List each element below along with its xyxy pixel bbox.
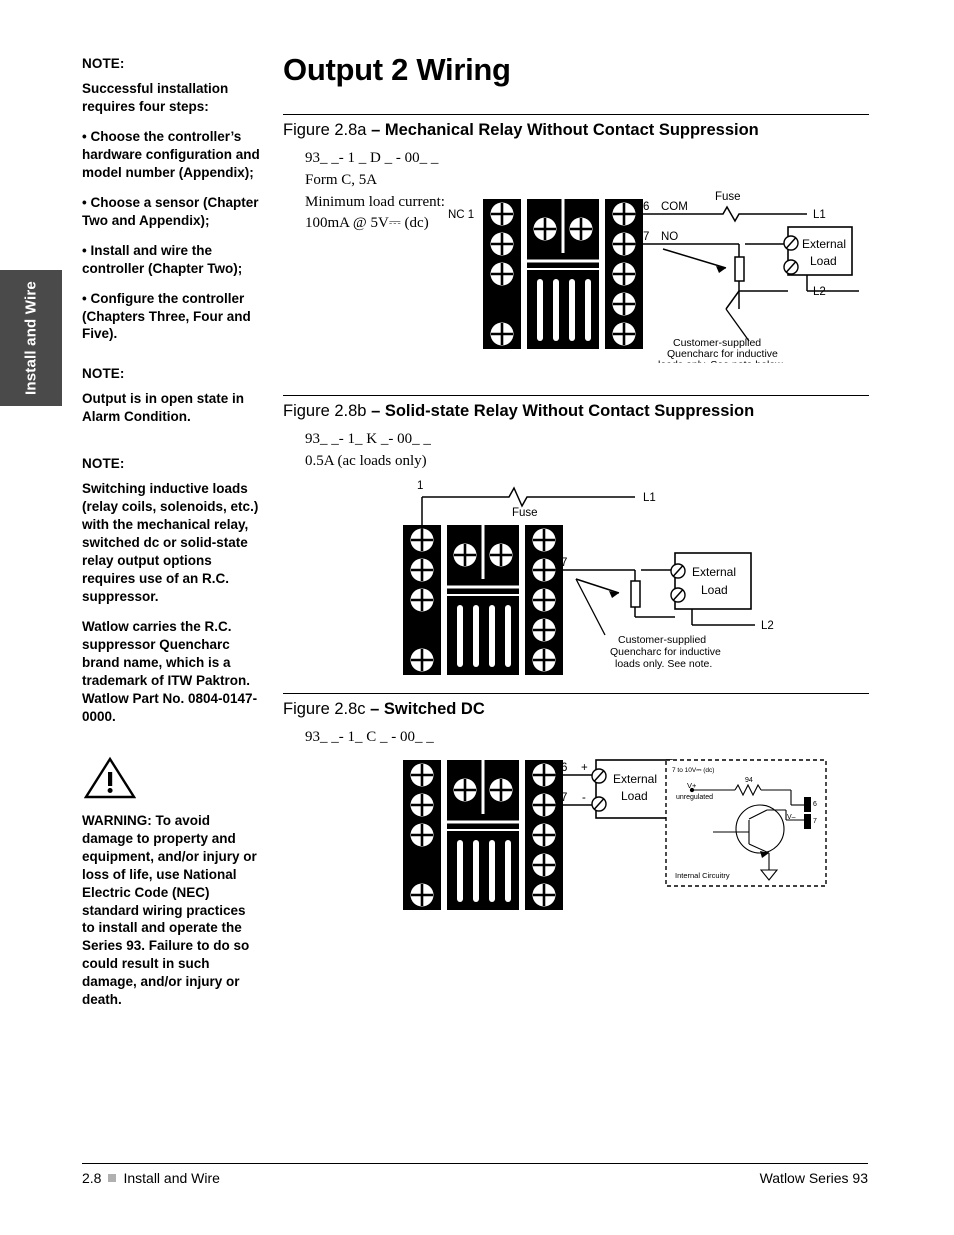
label-term-1: 1 <box>417 480 423 492</box>
note-3-body: Switching inductive loads (relay coils, … <box>82 481 259 605</box>
figure-2-8b-title: Solid-state Relay Without Contact Suppre… <box>384 402 755 420</box>
label-nc-1: NC 1 <box>448 209 474 221</box>
sidebar-notes: NOTE: Successful installation requires f… <box>82 56 262 1009</box>
note-bullet-1: • Choose the controller’s hardware confi… <box>82 128 260 180</box>
figure-2-8b-dash: – <box>371 402 381 420</box>
warning-text: WARNING: To avoid damage to property and… <box>82 812 257 1008</box>
figure-2-8a-number: Figure 2.8a <box>283 121 367 139</box>
label-load: Load <box>701 583 728 597</box>
terminal-block <box>403 524 563 675</box>
figure-2-8b-svg: 1 Fuse L1 7 L2 External Load Customer-su… <box>403 480 774 675</box>
label-external: External <box>613 772 657 786</box>
label-v-minus: V– <box>787 814 796 821</box>
label-term-7: 7 <box>561 792 567 804</box>
label-internal-circuitry: Internal Circuitry <box>675 871 730 880</box>
label-fuse: Fuse <box>715 191 741 203</box>
label-supply-voltage: 7 to 10V⎓ (dc) <box>672 767 714 774</box>
figure-2-8a-caption: Figure 2.8a – Mechanical Relay Without C… <box>283 121 869 140</box>
label-term-6: 6 <box>561 762 567 774</box>
terminal-block <box>403 760 563 911</box>
note-bullet-4: • Configure the controller (Chapters Thr… <box>82 290 251 342</box>
spec-line: 93_ _- 1_ K _- 00_ _ <box>305 431 431 447</box>
note-1-heading: NOTE: <box>82 56 125 71</box>
warning-block: WARNING: To avoid damage to property and… <box>82 756 262 1009</box>
figure-2-8b-caption: Figure 2.8b – Solid-state Relay Without … <box>283 402 869 421</box>
label-com: COM <box>661 201 688 213</box>
spec-line: 93_ _- 1 _ D _ - 00_ _ <box>305 150 439 166</box>
figure-2-8c-svg: 6 + 7 - External Load 7 to 10V⎓ (dc) V+ … <box>403 759 827 911</box>
note-bullet-3: • Install and wire the controller (Chapt… <box>82 242 243 276</box>
label-no: NO <box>661 231 678 243</box>
spec-line: 0.5A (ac loads only) <box>305 452 427 469</box>
label-term-7: 7 <box>561 557 567 569</box>
figure-2-8b-diagram: 1 Fuse L1 7 L2 External Load Customer-su… <box>283 475 869 675</box>
label-l1: L1 <box>643 492 656 504</box>
section-tab-label: Install and Wire <box>22 281 40 395</box>
figure-divider <box>283 692 869 694</box>
label-l2: L2 <box>813 286 826 298</box>
note-line-3: loads only. See note. <box>615 658 712 670</box>
wiring <box>555 759 673 820</box>
figure-2-8c-caption: Figure 2.8c – Switched DC <box>283 700 869 719</box>
figure-2-8c-diagram: 6 + 7 - External Load 7 to 10V⎓ (dc) V+ … <box>283 752 869 922</box>
note-line-2: Quencharc for inductive <box>610 646 721 658</box>
label-term-6: 6 <box>643 201 649 213</box>
label-sign-minus: - <box>582 792 586 804</box>
label-resistor-value: 94 <box>745 777 753 784</box>
footer-product: Watlow Series 93 <box>759 1170 868 1186</box>
figure-2-8a-svg: NC 1 6 COM 7 NO Fuse L1 L2 External Load… <box>448 191 859 363</box>
internal-circuitry-box: 7 to 10V⎓ (dc) V+ unregulated 94 6 7 V– … <box>665 759 827 887</box>
label-l2: L2 <box>761 620 774 632</box>
figure-2-8a-title: Mechanical Relay Without Contact Suppres… <box>384 121 759 139</box>
section-tab-install-and-wire: Install and Wire <box>0 270 62 406</box>
figure-divider <box>283 395 869 396</box>
label-load: Load <box>621 789 648 803</box>
label-internal-term-7: 7 <box>813 818 817 825</box>
label-fuse: Fuse <box>512 507 538 519</box>
label-internal-term-6: 6 <box>813 801 817 808</box>
note-2-body: Output is in open state in Alarm Conditi… <box>82 391 244 425</box>
wiring <box>635 205 859 342</box>
spec-line: Form C, 5A <box>305 171 378 188</box>
label-load: Load <box>810 254 837 268</box>
figure-2-8b-spec: 93_ _- 1_ K _- 00_ _ 0.5A (ac loads only… <box>305 429 869 473</box>
figure-2-8c-title: Switched DC <box>383 699 485 718</box>
note-line-1: Customer-supplied <box>618 634 706 646</box>
figure-2-8a-dash: – <box>371 121 381 139</box>
figure-divider <box>283 114 869 115</box>
footer-section: Install and Wire <box>123 1170 220 1186</box>
footer-page-number: 2.8 <box>82 1170 102 1186</box>
terminal-block <box>483 199 643 349</box>
figure-2-8c-number: Figure 2.8c <box>283 699 366 718</box>
page-footer: 2.8 Install and Wire Watlow Series 93 <box>82 1163 868 1186</box>
note-line-3: loads only. See note below. <box>658 359 785 363</box>
note-3-heading: NOTE: <box>82 456 125 472</box>
label-unregulated: unregulated <box>676 794 713 801</box>
main-content: Output 2 Wiring Figure 2.8a – Mechanical… <box>283 52 869 922</box>
warning-triangle-icon <box>84 756 136 798</box>
footer-square-icon <box>108 1174 117 1182</box>
label-external: External <box>802 237 846 251</box>
spec-line: 93_ _- 1_ C _ - 00_ _ <box>305 728 434 745</box>
figure-2-8c-dash: – <box>370 699 380 718</box>
label-external: External <box>692 565 736 579</box>
label-l1: L1 <box>813 209 826 221</box>
note-1-intro: Successful installation requires four st… <box>82 81 229 114</box>
footer-divider <box>82 1163 868 1164</box>
label-sign-plus: + <box>581 762 588 774</box>
note-2-heading: NOTE: <box>82 366 125 382</box>
note-3-body-2: Watlow carries the R.C. suppressor Quenc… <box>82 619 258 724</box>
note-bullet-2: • Choose a sensor (Chapter Two and Appen… <box>82 194 259 228</box>
figure-2-8a-diagram: NC 1 6 COM 7 NO Fuse L1 L2 External Load… <box>283 191 869 363</box>
label-term-7: 7 <box>643 231 649 243</box>
page-title: Output 2 Wiring <box>283 52 511 87</box>
figure-2-8b-number: Figure 2.8b <box>283 402 367 420</box>
figure-2-8c-spec: 93_ _- 1_ C _ - 00_ _ <box>305 727 869 749</box>
